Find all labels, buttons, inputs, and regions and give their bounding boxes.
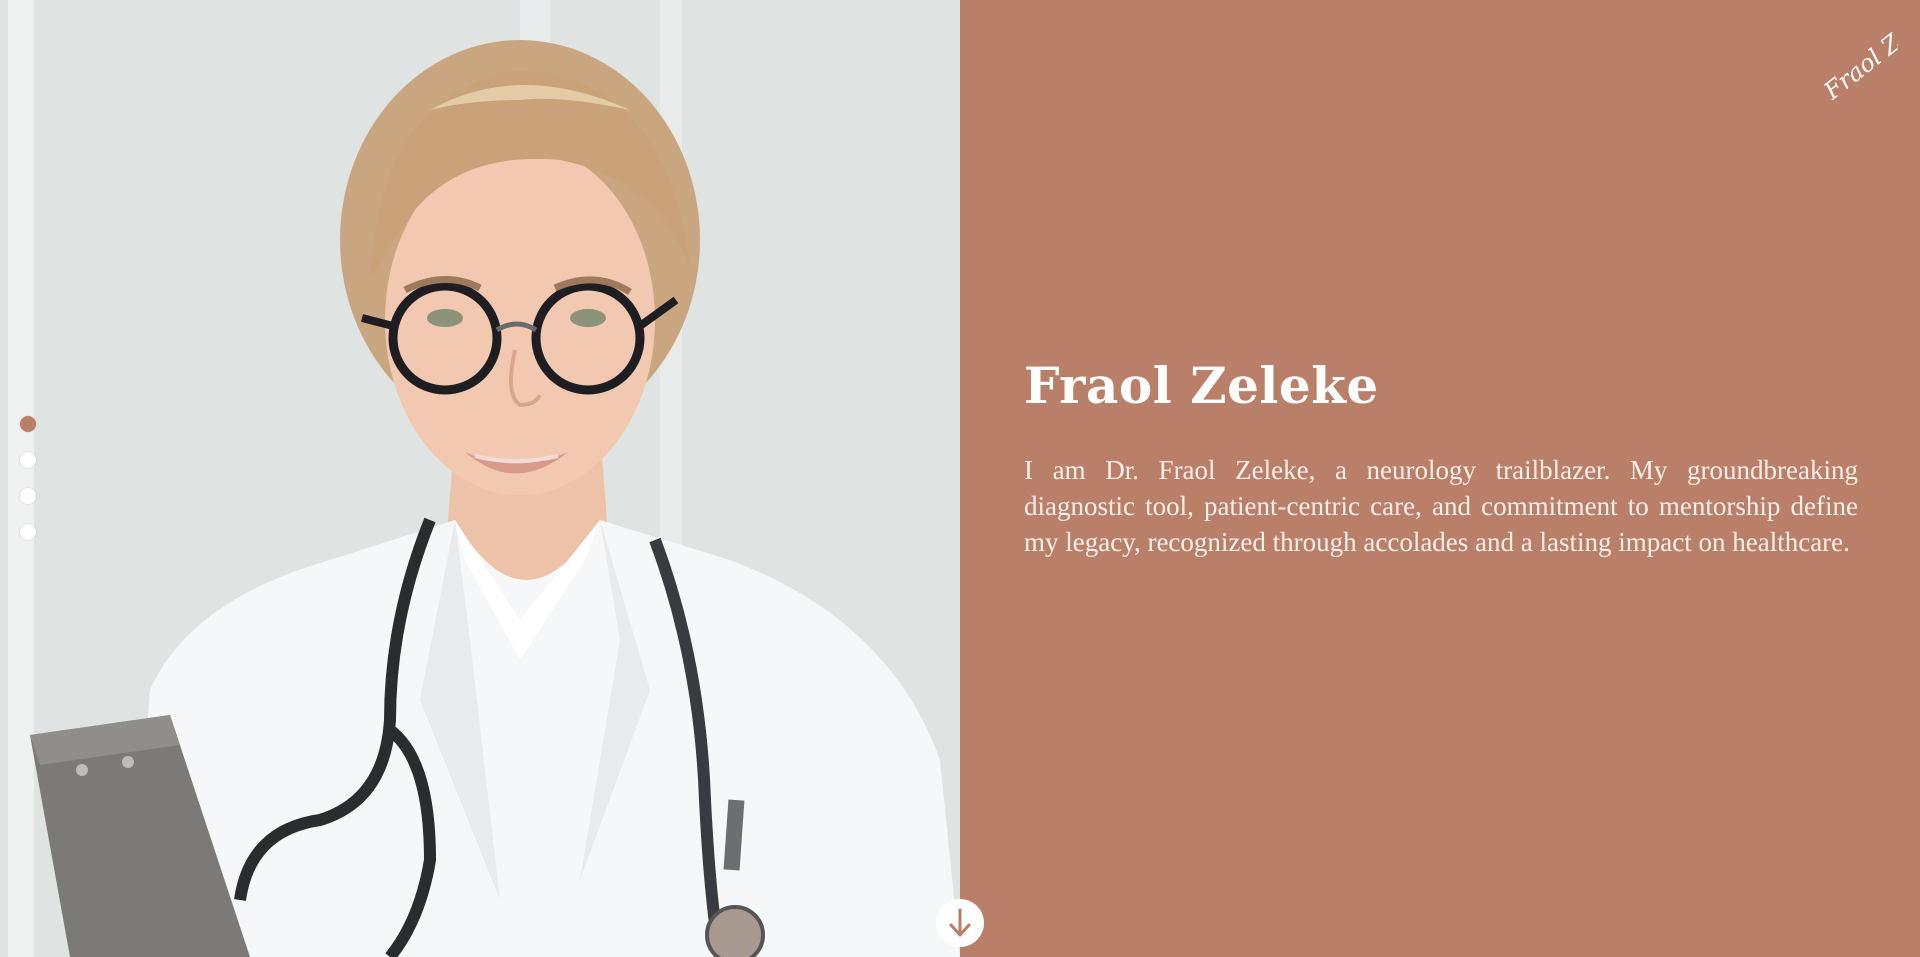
doctor-portrait-image [0,0,960,957]
page-title: Fraol Zeleke [1024,356,1379,415]
svg-text:Fraol Z.: Fraol Z. [1818,24,1898,100]
intro-content-panel: Fraol Z. Fraol Zeleke I am Dr. Fraol Zel… [960,0,1920,957]
slider-dot-3[interactable] [20,488,36,504]
slider-dot-4[interactable] [20,524,36,540]
slider-pagination [20,416,36,540]
portrait-photo-panel [0,0,960,957]
hero-section: Fraol Z. Fraol Zeleke I am Dr. Fraol Zel… [0,0,1920,957]
scroll-down-button[interactable] [936,899,984,947]
bio-paragraph: I am Dr. Fraol Zeleke, a neurology trail… [1024,455,1858,557]
signature-logo[interactable]: Fraol Z. [1802,10,1898,100]
arrow-down-icon [949,908,971,937]
slider-dot-1[interactable] [20,416,36,432]
slider-dot-2[interactable] [20,452,36,468]
